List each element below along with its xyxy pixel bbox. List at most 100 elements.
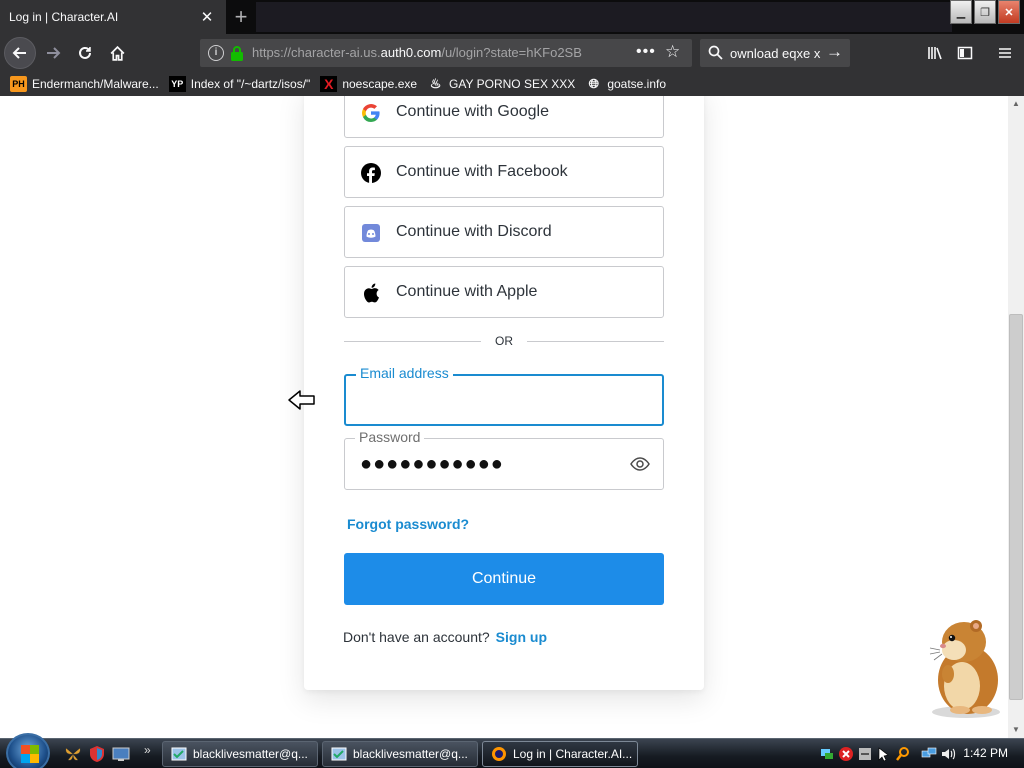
continue-button[interactable]: Continue	[344, 553, 664, 605]
taskbar-button-label: Log in | Character.AI...	[513, 747, 633, 761]
new-tab-icon[interactable]: +	[228, 4, 254, 30]
firefox-icon	[492, 747, 506, 761]
search-bar[interactable]: ownload eqxe x →	[700, 39, 850, 67]
bookmarks-toolbar: PH Endermanch/Malware... YP Index of "/~…	[0, 72, 1024, 96]
apple-button-label: Continue with Apple	[396, 283, 538, 300]
app-window-icon	[331, 747, 347, 761]
network-connection-icon[interactable]	[921, 746, 937, 762]
security-alert-icon[interactable]	[838, 746, 854, 762]
cup-favicon-icon: ♨	[429, 76, 442, 91]
volume-icon[interactable]	[940, 746, 956, 762]
globe-favicon-icon: 🌐︎	[588, 76, 600, 91]
bookmark-label: goatse.info	[607, 77, 667, 91]
site-info-icon[interactable]: i	[208, 45, 224, 61]
tab-strip-empty	[256, 2, 952, 32]
page-content: Continue with Google Continue with Faceb…	[0, 96, 1008, 738]
google-button-label: Continue with Google	[396, 103, 549, 120]
email-field[interactable]: Email address	[344, 365, 664, 426]
show-desktop-icon[interactable]	[112, 745, 130, 763]
cursor-tray-icon[interactable]	[876, 746, 892, 762]
discord-button-label: Continue with Discord	[396, 223, 552, 240]
taskbar-button[interactable]: blacklivesmatter@q...	[322, 741, 478, 767]
url-prefix: https://character-ai.us.	[252, 45, 381, 60]
shield-app-icon[interactable]	[88, 745, 106, 763]
divider-line-right	[527, 341, 664, 342]
search-go-arrow-icon[interactable]: →	[826, 42, 843, 62]
continue-with-discord-button[interactable]: Continue with Discord	[344, 206, 664, 258]
x-favicon-icon: X	[320, 76, 338, 92]
password-field-label: Password	[355, 429, 425, 445]
system-tray: 1:42 PM	[816, 739, 1024, 768]
bookmark-item[interactable]: YP Index of "/~dartz/isos/"	[168, 76, 311, 92]
close-window-icon[interactable]: ✕	[998, 0, 1020, 24]
lock-icon[interactable]	[230, 46, 244, 66]
bookmark-label: Endermanch/Malware...	[32, 77, 159, 91]
magnifier-tray-icon[interactable]	[895, 746, 911, 762]
bookmark-label: Index of "/~dartz/isos/"	[190, 77, 311, 91]
search-icon	[708, 45, 723, 65]
apple-icon	[361, 283, 381, 303]
close-tab-icon[interactable]: ✕	[196, 6, 218, 28]
taskbar-button-label: blacklivesmatter@q...	[353, 747, 468, 761]
minimize-window-icon[interactable]: ▁	[950, 0, 972, 24]
forward-arrow-icon[interactable]	[38, 38, 68, 68]
restore-window-icon[interactable]: ❐	[974, 0, 996, 24]
email-input[interactable]	[360, 388, 620, 414]
taskbar-button-active[interactable]: Log in | Character.AI...	[482, 741, 638, 767]
hamster-mascot-image[interactable]	[918, 610, 1008, 725]
scroll-down-arrow-icon[interactable]: ▼	[1008, 722, 1024, 738]
navigation-toolbar: i https://character-ai.us.auth0.com/u/lo…	[0, 34, 1024, 72]
app-window-icon	[171, 747, 187, 761]
page-scrollbar[interactable]: ▲ ▼	[1008, 96, 1024, 738]
or-divider: OR	[344, 334, 664, 350]
continue-with-apple-button[interactable]: Continue with Apple	[344, 266, 664, 318]
discord-icon	[361, 223, 381, 243]
facebook-icon	[361, 163, 381, 183]
search-input[interactable]: ownload eqxe x	[730, 46, 826, 61]
email-field-label: Email address	[356, 365, 453, 381]
windows-logo-icon	[21, 745, 39, 763]
home-icon[interactable]	[102, 38, 132, 68]
no-account-text: Don't have an account?	[343, 629, 490, 645]
url-domain: auth0.com	[380, 45, 442, 60]
bookmark-label: GAY PORNO SEX XXX	[449, 77, 576, 91]
back-arrow-icon[interactable]	[4, 37, 36, 69]
continue-with-facebook-button[interactable]: Continue with Facebook	[344, 146, 664, 198]
tray-app-icon[interactable]	[857, 746, 873, 762]
scrollbar-thumb[interactable]	[1009, 314, 1023, 700]
url-text: https://character-ai.us.auth0.com/u/logi…	[252, 45, 602, 60]
sidebar-icon[interactable]	[950, 38, 980, 68]
taskbar-button-label: blacklivesmatter@q...	[193, 747, 308, 761]
url-suffix: /u/login?state=hKFo2SB	[441, 45, 582, 60]
pornhub-favicon-icon: PH	[10, 76, 27, 92]
password-field[interactable]: Password ●●●●●●●●●●●	[344, 429, 664, 490]
continue-with-google-button[interactable]: Continue with Google	[344, 96, 664, 138]
url-bar[interactable]: i https://character-ai.us.auth0.com/u/lo…	[200, 39, 692, 67]
bookmark-item[interactable]: X noescape.exe	[320, 76, 417, 92]
hamburger-menu-icon[interactable]	[990, 38, 1020, 68]
library-icon[interactable]	[920, 38, 950, 68]
password-input[interactable]: ●●●●●●●●●●●	[360, 453, 504, 475]
window-controls: ▁ ❐ ✕	[950, 0, 1024, 24]
tab-strip: Log in | Character.AI ✕ + ▁ ❐ ✕	[0, 0, 1024, 34]
quick-launch	[64, 745, 130, 763]
show-password-eye-icon[interactable]	[630, 456, 650, 477]
forgot-password-link[interactable]: Forgot password?	[347, 516, 469, 532]
sign-up-link[interactable]: Sign up	[496, 629, 547, 645]
bookmark-star-icon[interactable]: ☆	[665, 42, 680, 62]
bookmark-item[interactable]: ♨ GAY PORNO SEX XXX	[427, 76, 576, 92]
tab-character-ai[interactable]: Log in | Character.AI ✕	[0, 0, 226, 34]
taskbar-button[interactable]: blacklivesmatter@q...	[162, 741, 318, 767]
network-tray-icon[interactable]	[819, 746, 835, 762]
butterfly-icon[interactable]	[64, 745, 82, 763]
yp-favicon-icon: YP	[168, 76, 186, 92]
bookmark-item[interactable]: PH Endermanch/Malware...	[10, 76, 159, 92]
bookmark-item[interactable]: 🌐︎ goatse.info	[585, 76, 666, 92]
scroll-up-arrow-icon[interactable]: ▲	[1008, 96, 1024, 112]
start-button[interactable]	[6, 733, 50, 768]
facebook-button-label: Continue with Facebook	[396, 163, 568, 180]
reload-icon[interactable]	[70, 38, 100, 68]
page-actions-icon[interactable]: •••	[636, 43, 656, 61]
taskbar-clock[interactable]: 1:42 PM	[963, 746, 1008, 760]
quick-launch-overflow-icon[interactable]: »	[144, 743, 151, 757]
